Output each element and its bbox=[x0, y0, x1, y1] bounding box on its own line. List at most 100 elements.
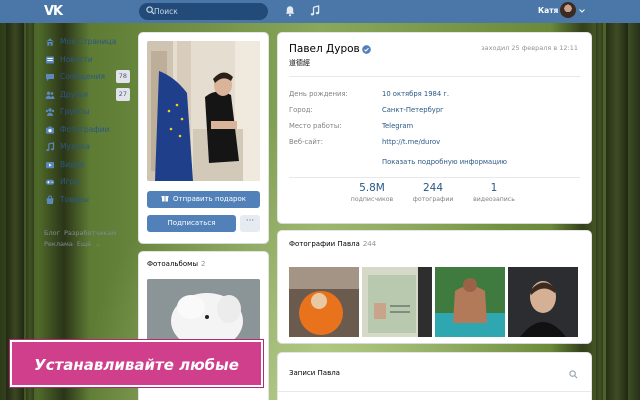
divider bbox=[278, 391, 591, 392]
send-gift-button[interactable]: Отправить подарок bbox=[147, 191, 260, 208]
promo-banner[interactable]: Устанавливайте любые обои bbox=[10, 340, 263, 387]
sidebar-item-label: Игры bbox=[60, 177, 81, 186]
footer-link-blog[interactable]: Блог bbox=[44, 229, 60, 237]
sidebar-item-photos[interactable]: Фотографии bbox=[44, 121, 130, 139]
photos-card: Фотографии Павла 244 bbox=[278, 231, 591, 343]
sidebar-item-label: Новости bbox=[60, 54, 93, 64]
gift-icon bbox=[161, 196, 169, 202]
info-value-birthday[interactable]: 10 октября 1984 г. bbox=[382, 90, 449, 98]
stat-label: подписчиков bbox=[350, 196, 394, 203]
wall-card: Записи Павла bbox=[278, 353, 591, 400]
sidebar-item-label: Сообщения bbox=[60, 72, 106, 81]
sidebar-item-groups[interactable]: Группы bbox=[44, 103, 130, 121]
photos-title-text: Фотографии Павла bbox=[289, 240, 360, 248]
games-icon bbox=[45, 179, 55, 185]
news-icon bbox=[46, 56, 54, 63]
sidebar-item-label: Моя Страница bbox=[60, 37, 117, 46]
photo-thumb[interactable] bbox=[508, 267, 578, 337]
current-user-name[interactable]: Катя bbox=[538, 6, 558, 15]
top-bar: VK Катя bbox=[0, 0, 640, 23]
last-seen-text: заходил 25 февраля в 12:11 bbox=[481, 44, 578, 52]
sidebar-item-news[interactable]: Новости bbox=[44, 51, 130, 69]
info-value-website[interactable]: http://t.me/durov bbox=[382, 138, 440, 146]
albums-count: 2 bbox=[200, 260, 206, 268]
albums-title[interactable]: Фотоальбомы 2 bbox=[147, 260, 205, 268]
stat-photos[interactable]: 244 фотографии bbox=[403, 182, 463, 204]
friends-icon bbox=[45, 91, 55, 99]
sidebar-item-video[interactable]: Видео bbox=[44, 156, 130, 174]
sidebar-item-goods[interactable]: Товары bbox=[44, 191, 130, 209]
profile-status[interactable]: 道德經 bbox=[289, 58, 310, 68]
profile-photo[interactable] bbox=[147, 41, 260, 181]
photo-thumb[interactable] bbox=[435, 267, 505, 337]
stat-label: видеозапись bbox=[473, 196, 515, 203]
sidebar-item-label: Друзья bbox=[60, 89, 88, 99]
info-key: Веб-сайт: bbox=[289, 138, 324, 146]
stat-number: 5.8M bbox=[359, 182, 385, 194]
chevron-down-icon[interactable] bbox=[579, 9, 585, 13]
album-cover[interactable] bbox=[147, 279, 260, 349]
stat-videos[interactable]: 1 видеозапись bbox=[464, 182, 524, 204]
search-input[interactable] bbox=[154, 5, 262, 18]
video-icon bbox=[46, 161, 54, 168]
info-key: Место работы: bbox=[289, 122, 342, 130]
sidebar-item-music[interactable]: Музыка bbox=[44, 138, 130, 156]
music-icon bbox=[46, 142, 55, 152]
info-value-city[interactable]: Санкт-Петербург bbox=[382, 106, 444, 114]
search-box[interactable] bbox=[139, 3, 268, 20]
home-icon bbox=[46, 38, 54, 46]
albums-title-text: Фотоальбомы bbox=[147, 260, 198, 268]
photo-thumb[interactable] bbox=[362, 267, 432, 337]
footer-link-developers[interactable]: Разработчикам bbox=[64, 229, 116, 237]
tree-trunk-right-2 bbox=[596, 22, 603, 400]
more-actions-button[interactable]: ··· bbox=[240, 215, 260, 232]
verified-icon bbox=[362, 45, 371, 54]
sidebar-item-label: Группы bbox=[60, 107, 90, 116]
profile-info-card: Павел Дуров 道德經 заходил 25 февраля в 12:… bbox=[278, 33, 591, 223]
sidebar-item-friends[interactable]: Друзья 27 bbox=[44, 86, 130, 104]
info-key: Город: bbox=[289, 106, 313, 114]
sidebar-item-label: Фотографии bbox=[60, 124, 110, 134]
bell-icon[interactable] bbox=[284, 5, 296, 17]
sidebar-item-messages[interactable]: Сообщения 78 bbox=[44, 68, 130, 86]
profile-photo-card: Отправить подарок Подписаться ··· bbox=[139, 33, 268, 243]
search-icon[interactable] bbox=[569, 370, 578, 379]
stat-label: фотографии bbox=[412, 196, 454, 203]
album-cover-image bbox=[147, 279, 260, 349]
stat-number: 1 bbox=[490, 182, 498, 194]
wall-title[interactable]: Записи Павла bbox=[289, 369, 340, 377]
stat-number: 244 bbox=[422, 182, 444, 194]
info-value-work[interactable]: Telegram bbox=[382, 122, 413, 130]
divider bbox=[289, 177, 580, 178]
photo-thumb-image bbox=[362, 267, 432, 337]
photos-count: 244 bbox=[362, 240, 377, 248]
music-note-icon[interactable] bbox=[309, 5, 321, 17]
messages-count-badge: 78 bbox=[115, 70, 130, 83]
sidebar-item-games[interactable]: Игры bbox=[44, 173, 130, 191]
left-menu: Моя Страница Новости Сообщения 78 Друзья… bbox=[44, 33, 130, 208]
photo-thumb[interactable] bbox=[289, 267, 359, 337]
show-details-link[interactable]: Показать подробную информацию bbox=[382, 158, 507, 166]
photo-thumb-image bbox=[435, 267, 505, 337]
photo-thumb-image bbox=[508, 267, 578, 337]
vk-logo[interactable]: VK bbox=[44, 4, 64, 19]
sidebar-item-label: Видео bbox=[60, 159, 85, 169]
footer-link-ads[interactable]: Реклама bbox=[44, 240, 73, 248]
camera-icon bbox=[46, 126, 54, 134]
sidebar-item-my-page[interactable]: Моя Страница bbox=[44, 33, 130, 51]
subscribe-button[interactable]: Подписаться bbox=[147, 215, 236, 232]
groups-icon bbox=[45, 108, 55, 116]
friends-count-badge: 27 bbox=[115, 87, 130, 101]
tree-trunk-right bbox=[606, 22, 628, 400]
photos-title[interactable]: Фотографии Павла 244 bbox=[289, 240, 376, 248]
photo-thumb-image bbox=[289, 267, 359, 337]
sidebar-item-label: Музыка bbox=[60, 142, 90, 151]
stat-followers[interactable]: 5.8M подписчиков bbox=[342, 182, 402, 204]
footer-link-more[interactable]: Ещё bbox=[77, 240, 91, 248]
divider bbox=[289, 76, 580, 77]
sidebar-footer-links: Блог Разработчикам Реклама Ещё ⌄ bbox=[44, 228, 134, 250]
profile-photo-image bbox=[147, 41, 260, 181]
current-user-avatar[interactable] bbox=[560, 2, 576, 18]
chat-icon bbox=[46, 74, 54, 81]
send-gift-label: Отправить подарок bbox=[173, 195, 246, 203]
